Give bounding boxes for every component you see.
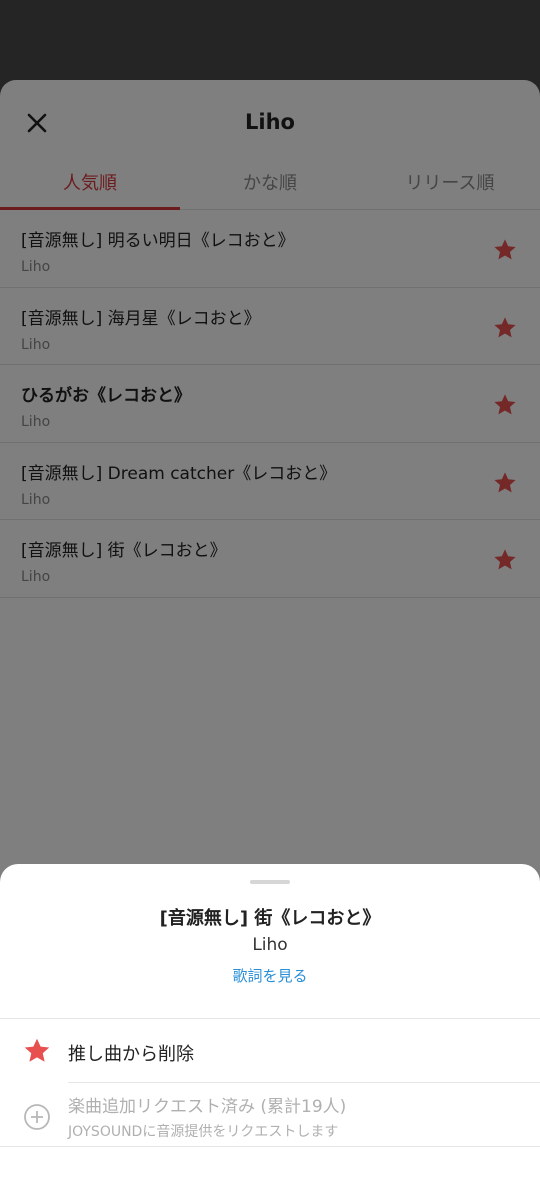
sheet-artist: Liho	[252, 935, 288, 955]
remove-favorite-label: 推し曲から削除	[68, 1044, 194, 1065]
sheet-song-title: [音源無し] 街《レコおと》	[159, 908, 381, 929]
star-icon	[22, 1036, 52, 1066]
request-description: JOYSOUNDに音源提供をリクエストします	[68, 1124, 339, 1140]
drag-handle[interactable]	[250, 880, 290, 884]
remove-favorite-button[interactable]: 推し曲から削除	[0, 1019, 540, 1083]
song-request-item: 楽曲追加リクエスト済み (累計19人) JOYSOUNDに音源提供をリクエストし…	[0, 1083, 540, 1147]
view-lyrics-link[interactable]: 歌詞を見る	[0, 965, 540, 986]
divider	[0, 1146, 540, 1147]
plus-circle-icon	[22, 1102, 52, 1132]
bottom-sheet: [音源無し] 街《レコおと》 Liho 歌詞を見る 推し曲から削除 楽曲追加リク…	[0, 864, 540, 1200]
request-status-label: 楽曲追加リクエスト済み (累計19人)	[68, 1097, 347, 1117]
